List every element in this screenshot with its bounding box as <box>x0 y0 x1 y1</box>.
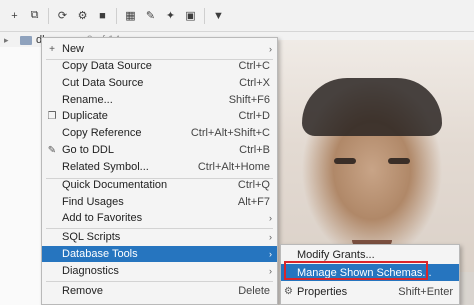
menu-item-copy-data-source[interactable]: Copy Data Source Ctrl+C <box>42 58 277 74</box>
submenu-item-shortcut: Shift+Enter <box>398 285 453 298</box>
duplicate-icon: ❐ <box>47 110 57 122</box>
toolbar-separator <box>116 7 117 24</box>
menu-item-shortcut: Alt+F7 <box>237 196 270 208</box>
submenu-item-label: Properties <box>297 285 348 298</box>
menu-item-database-tools[interactable]: Database Tools › <box>42 246 277 262</box>
menu-item-shortcut: Ctrl+Q <box>237 179 270 191</box>
refresh-icon[interactable]: ⟳ <box>54 7 71 24</box>
edit-properties-icon[interactable]: ⚙ <box>74 7 91 24</box>
menu-item-shortcut: Shift+F6 <box>228 94 270 106</box>
menu-item-label: Related Symbol... <box>62 161 149 173</box>
menu-item-label: Go to DDL <box>62 144 114 156</box>
menu-item-label: Copy Reference <box>62 127 142 139</box>
menu-item-shortcut: Ctrl+Alt+Home <box>197 161 270 173</box>
menu-item-diagnostics[interactable]: Diagnostics › <box>42 263 277 279</box>
add-icon[interactable]: + <box>6 7 23 24</box>
pencil-icon: ✎ <box>47 144 57 156</box>
chevron-right-icon[interactable]: ▸ <box>4 35 14 46</box>
edit-icon[interactable]: ✎ <box>142 7 159 24</box>
menu-item-go-to-ddl[interactable]: ✎ Go to DDL Ctrl+B <box>42 142 277 158</box>
menu-item-related-symbol[interactable]: Related Symbol... Ctrl+Alt+Home <box>42 159 277 175</box>
datasource-icon <box>20 35 32 45</box>
table-icon[interactable]: ▦ <box>122 7 139 24</box>
filter-icon[interactable]: ▼ <box>210 7 227 24</box>
menu-item-label: Remove <box>62 285 103 297</box>
menu-item-label: Cut Data Source <box>62 77 144 89</box>
menu-separator <box>46 281 273 282</box>
menu-item-label: Database Tools <box>62 248 138 260</box>
menu-item-label: Add to Favorites <box>62 212 143 224</box>
menu-item-label: Find Usages <box>62 196 124 208</box>
context-menu: + New › Copy Data Source Ctrl+C Cut Data… <box>41 37 278 305</box>
menu-item-shortcut: Delete <box>238 285 270 297</box>
menu-item-copy-reference[interactable]: Copy Reference Ctrl+Alt+Shift+C <box>42 125 277 141</box>
copy-icon[interactable]: ⧉ <box>26 7 43 24</box>
menu-item-shortcut: Ctrl+B <box>239 144 270 156</box>
menu-item-shortcut: Ctrl+D <box>238 110 270 122</box>
menu-item-label: Copy Data Source <box>62 60 152 72</box>
chevron-right-icon: › <box>269 232 272 242</box>
chevron-right-icon: › <box>269 249 272 259</box>
menu-item-label: Rename... <box>62 94 113 106</box>
tool-window-toolbar: + ⧉ ⟳ ⚙ ■ ▦ ✎ ✦ ▣ ▼ <box>0 0 474 32</box>
submenu-item-properties[interactable]: ⚙ Properties Shift+Enter <box>281 283 459 300</box>
annotation-highlight-box <box>284 261 428 280</box>
stop-icon[interactable]: ■ <box>94 7 111 24</box>
jump-icon[interactable]: ✦ <box>162 7 179 24</box>
menu-item-shortcut: Ctrl+Alt+Shift+C <box>190 127 270 139</box>
properties-icon: ⚙ <box>284 286 293 297</box>
menu-item-find-usages[interactable]: Find Usages Alt+F7 <box>42 194 277 210</box>
submenu-item-label: Modify Grants... <box>297 248 375 261</box>
toolbar-separator <box>48 7 49 24</box>
menu-item-label: SQL Scripts <box>62 231 121 243</box>
add-icon: + <box>49 43 55 55</box>
toolbar-separator <box>204 7 205 24</box>
menu-item-duplicate[interactable]: ❐ Duplicate Ctrl+D <box>42 108 277 124</box>
chevron-right-icon: › <box>269 44 272 54</box>
menu-item-remove[interactable]: Remove Delete <box>42 283 277 299</box>
menu-item-add-to-favorites[interactable]: Add to Favorites › <box>42 210 277 226</box>
menu-item-shortcut: Ctrl+C <box>238 60 270 72</box>
menu-item-label: Diagnostics <box>62 265 119 277</box>
menu-item-label: Duplicate <box>62 110 108 122</box>
menu-item-label: New <box>62 43 85 55</box>
chevron-right-icon: › <box>269 266 272 276</box>
menu-item-new[interactable]: + New › <box>42 41 277 57</box>
menu-item-sql-scripts[interactable]: SQL Scripts › <box>42 229 277 245</box>
menu-item-quick-documentation[interactable]: Quick Documentation Ctrl+Q <box>42 177 277 193</box>
photo-eye-right <box>388 158 410 164</box>
photo-hair <box>302 78 442 136</box>
menu-item-shortcut: Ctrl+X <box>239 77 270 89</box>
menu-item-rename[interactable]: Rename... Shift+F6 <box>42 92 277 108</box>
console-icon[interactable]: ▣ <box>182 7 199 24</box>
menu-item-label: Quick Documentation <box>62 179 168 191</box>
chevron-right-icon: › <box>269 213 272 223</box>
photo-eye-left <box>334 158 356 164</box>
menu-item-cut-data-source[interactable]: Cut Data Source Ctrl+X <box>42 75 277 91</box>
